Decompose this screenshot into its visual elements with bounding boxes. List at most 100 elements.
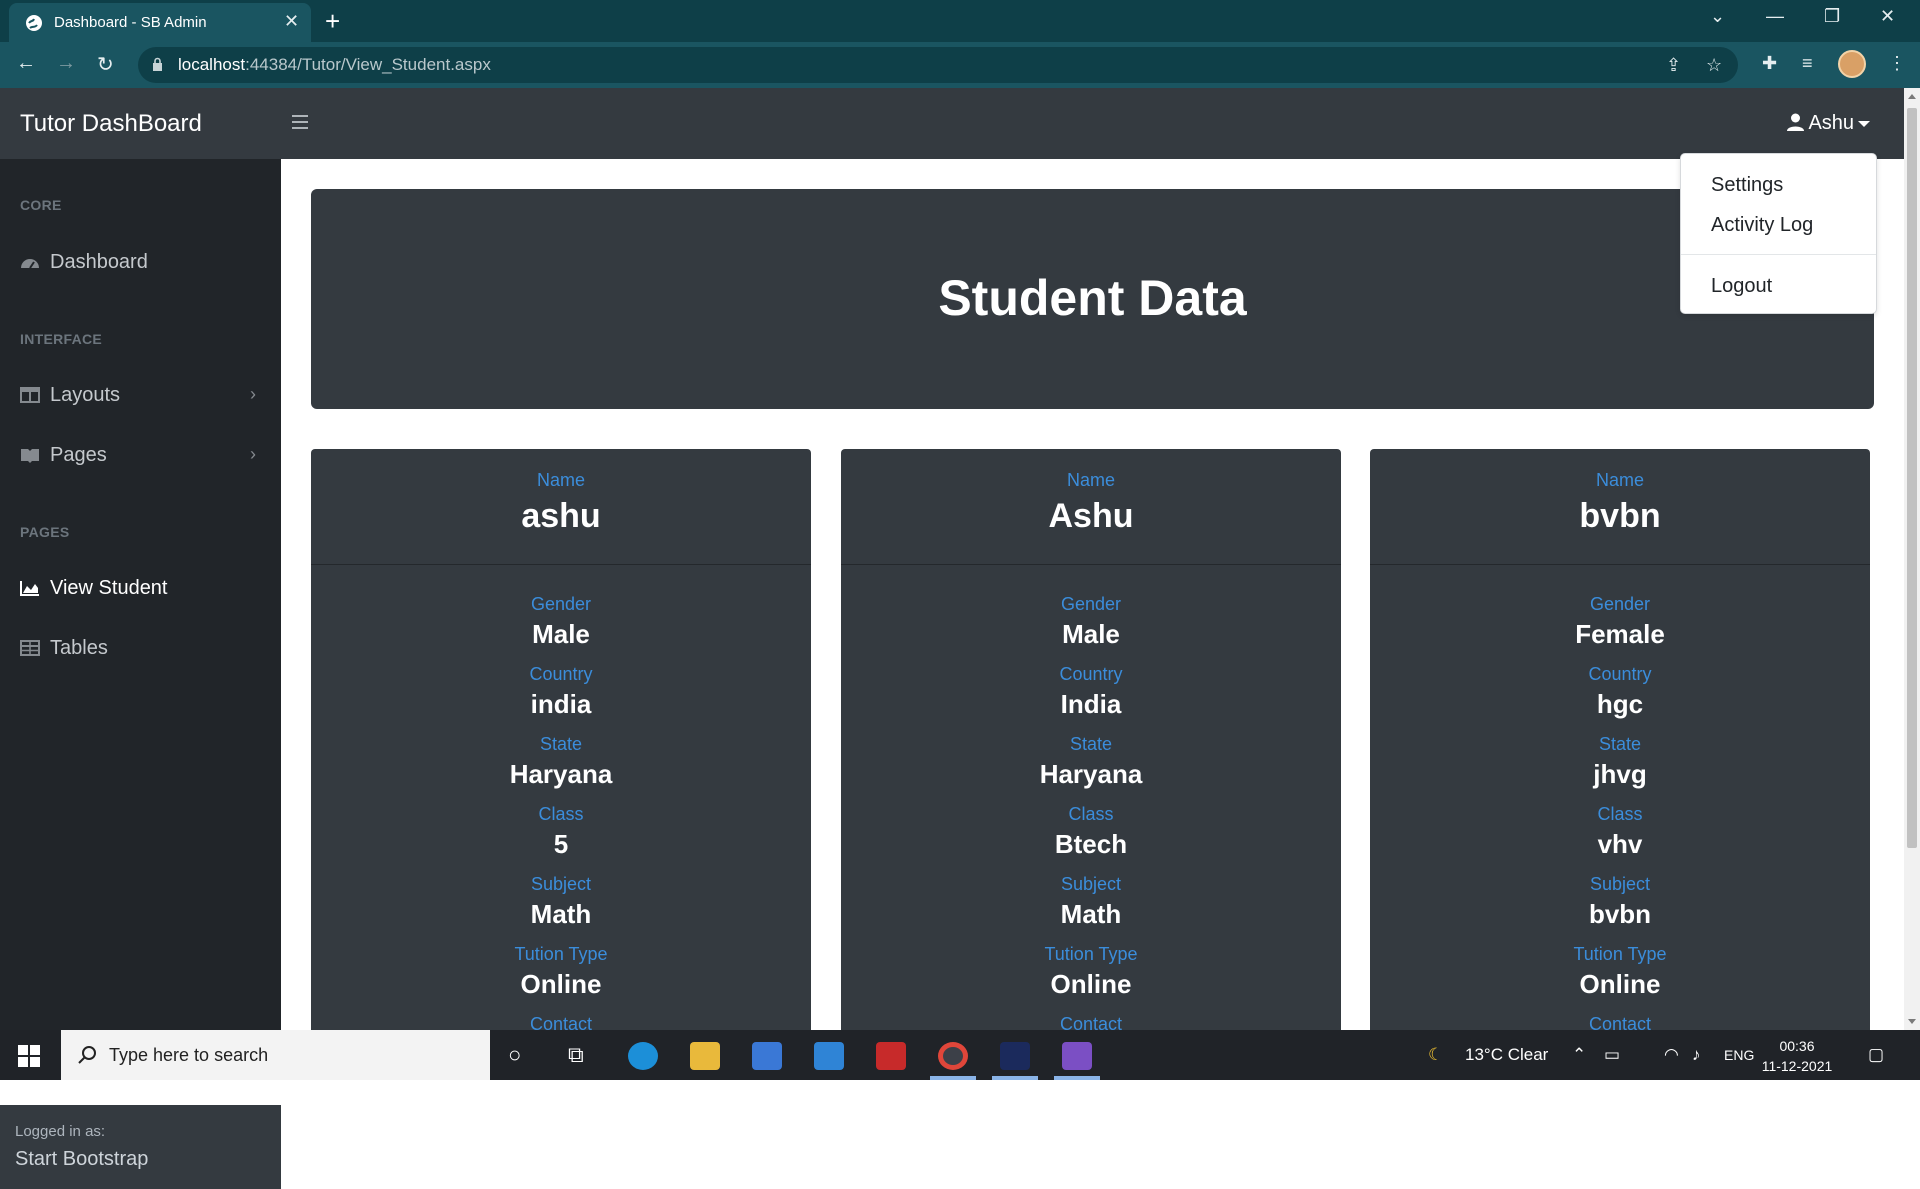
tution-type-label: Tution Type [1044,944,1138,964]
sidebar-heading-core: CORE [20,197,62,213]
clock-time: 00:36 [1779,1038,1815,1054]
sidebar: CORE Dashboard INTERFACE Layouts › Pages… [0,159,281,1189]
menu-item-settings[interactable]: Settings [1711,174,1783,197]
class-value: vhv [1597,829,1643,859]
language-indicator[interactable]: ENG [1724,1047,1754,1063]
sidebar-item-pages[interactable]: Pages [20,444,107,467]
country-label: Country [1588,664,1652,684]
country-value: hgc [1596,689,1644,719]
weather-moon-icon[interactable]: ☾ [1428,1045,1443,1065]
cortana-icon[interactable]: ○ [508,1042,521,1068]
back-icon[interactable]: ← [16,52,36,75]
webex-icon[interactable] [1000,1042,1030,1070]
student-card: Name Ashu Gender Male Country India Stat… [841,449,1341,1049]
user-name: Ashu [1808,112,1855,134]
extensions-icon[interactable]: ✚ [1762,53,1777,74]
name-label: Name [1066,470,1115,490]
reload-icon[interactable]: ↻ [97,52,114,77]
student-name: Ashu [1048,497,1134,535]
tab-close-icon[interactable]: ✕ [284,11,299,32]
window-close-icon[interactable]: ✕ [1880,6,1895,27]
menu-item-activity-log[interactable]: Activity Log [1711,214,1813,237]
windows-taskbar: Type here to search ○ ⧉ ☾ 13°C Clear ⌃ ▭… [0,1030,1920,1080]
minimize-icon[interactable]: — [1766,6,1784,27]
tray-expand-icon[interactable]: ⌃ [1572,1045,1586,1065]
profile-avatar[interactable] [1838,50,1866,78]
browser-menu-icon[interactable]: ⋮ [1888,53,1906,74]
browser-toolbar: ← → ↻ localhost:44384/Tutor/View_Student… [0,42,1920,88]
file-explorer-icon[interactable] [690,1042,720,1070]
class-value: Btech [1054,829,1128,859]
name-label: Name [536,470,585,490]
sidebar-toggle-icon[interactable] [292,115,308,129]
share-icon[interactable]: ⇪ [1666,55,1681,76]
gender-value: Male [532,619,590,649]
logged-in-label: Logged in as: [15,1123,106,1140]
tab-search-icon[interactable]: ⌄ [1710,6,1725,27]
top-navbar: Tutor DashBoard Ashu [0,88,1904,159]
windows-start-icon[interactable] [18,1045,40,1067]
mail-icon[interactable] [814,1042,844,1070]
subject-label: Subject [1060,874,1122,894]
brand-title[interactable]: Tutor DashBoard [20,110,202,138]
page-banner: Student Data [311,189,1874,409]
tution-type-value: Online [520,969,602,999]
sidebar-heading-pages: PAGES [20,524,70,540]
game-app-icon[interactable] [876,1042,906,1070]
subject-value: bvbn [1588,899,1652,929]
user-dropdown-toggle[interactable]: Ashu [1787,112,1871,135]
restore-icon[interactable]: ❐ [1824,6,1840,27]
bookmark-star-icon[interactable]: ☆ [1706,55,1722,76]
sidebar-item-view-student[interactable]: View Student [20,577,168,600]
forward-icon[interactable]: → [56,52,76,75]
battery-icon[interactable]: ▭ [1604,1045,1620,1065]
task-view-icon[interactable]: ⧉ [568,1042,584,1068]
scroll-down-icon[interactable] [1908,1019,1916,1024]
address-bar[interactable]: localhost:44384/Tutor/View_Student.aspx … [138,47,1738,83]
chrome-icon[interactable] [938,1042,968,1070]
columns-icon [20,387,40,403]
edge-icon[interactable] [628,1042,658,1070]
weather-text[interactable]: 13°C Clear [1465,1045,1548,1065]
page-scrollbar[interactable] [1904,88,1920,1030]
visual-studio-icon[interactable] [1062,1042,1092,1070]
browser-tab[interactable]: Dashboard - SB Admin ✕ [9,3,311,42]
taskbar-clock[interactable]: 00:36 11-12-2021 [1757,1036,1837,1076]
caret-down-icon [1858,120,1871,127]
class-label: Class [1597,804,1643,824]
sidebar-item-label: Layouts [50,384,121,406]
sidebar-item-layouts[interactable]: Layouts [20,384,120,407]
microsoft-store-icon[interactable] [752,1042,782,1070]
card-header: Name Ashu [841,449,1341,565]
browser-tab-strip: Dashboard - SB Admin ✕ + ⌄ — ❐ ✕ [0,0,1920,42]
sidebar-footer: Logged in as: Start Bootstrap [0,1105,281,1189]
gender-value: Male [1062,619,1120,649]
state-value: jhvg [1593,759,1647,789]
search-icon [78,1046,96,1064]
class-value: 5 [553,829,569,859]
scrollbar-thumb[interactable] [1907,108,1917,848]
scroll-up-icon[interactable] [1908,94,1916,99]
class-label: Class [538,804,584,824]
media-control-icon[interactable]: ≡ [1802,53,1813,74]
student-card: Name bvbn Gender Female Country hgc Stat… [1370,449,1870,1049]
chart-area-icon [20,581,39,596]
sidebar-item-label: Dashboard [50,251,148,273]
class-label: Class [1068,804,1114,824]
clock-date: 11-12-2021 [1761,1058,1833,1074]
sidebar-item-tables[interactable]: Tables [20,637,108,660]
volume-icon[interactable]: ♪ [1692,1045,1701,1065]
sidebar-item-dashboard[interactable]: Dashboard [20,251,148,274]
taskbar-search-box[interactable]: Type here to search [61,1030,490,1080]
menu-item-logout[interactable]: Logout [1711,275,1772,298]
country-value: India [1060,689,1122,719]
search-placeholder: Type here to search [109,1045,269,1065]
menu-divider [1681,254,1876,255]
tution-type-value: Online [1050,969,1132,999]
new-tab-icon[interactable]: + [325,6,340,37]
book-icon [21,449,39,463]
notification-icon[interactable]: ▢ [1868,1045,1884,1065]
state-value: Haryana [1039,759,1143,789]
sidebar-item-label: Tables [50,637,108,659]
wifi-icon[interactable]: ◠ [1664,1045,1679,1065]
